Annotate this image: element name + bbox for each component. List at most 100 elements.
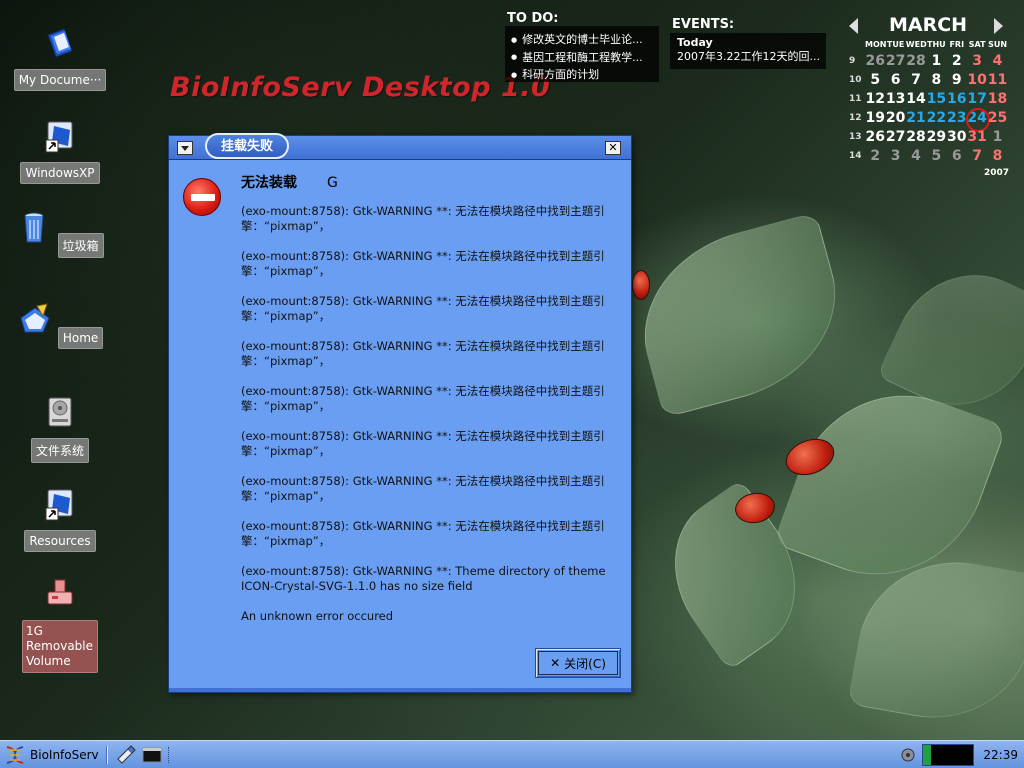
taskbar-separator [106,746,108,764]
calendar-day[interactable]: 14 [906,90,926,109]
warning-message: (exo-mount:8758): Gtk-WARNING **: 无法在模块路… [241,339,605,368]
calendar-day[interactable]: 10 [967,71,987,90]
close-icon[interactable]: ✕ [605,141,621,155]
warning-message: (exo-mount:8758): Gtk-WARNING **: 无法在模块路… [241,204,605,233]
calendar-day[interactable]: 30 [947,128,967,147]
desktop-icon-windowsxp[interactable]: WindowsXP [12,118,108,184]
todo-list: 修改英文的博士毕业论... 基因工程和酶工程教学... 科研方面的计划 [505,26,659,82]
desktop-icon-removable-volume[interactable]: 1G Removable Volume [12,576,108,673]
calendar-day[interactable]: 1 [987,128,1007,147]
desktop-icon-resources[interactable]: Resources [12,486,108,552]
calendar-day[interactable]: 18 [987,90,1007,109]
calendar-month: MARCH [888,14,968,36]
calendar-day[interactable]: 3 [967,52,987,71]
start-menu-button[interactable]: BioInfoServ [4,741,99,768]
calendar-day[interactable]: 27 [885,128,905,147]
dialog-titlebar[interactable]: 挂载失败 ✕ [169,133,631,160]
calendar-day[interactable]: 9 [947,71,967,90]
taskbar-handle[interactable] [168,747,172,763]
dialog-message-area: (exo-mount:8758): Gtk-WARNING **: 无法在模块路… [241,204,627,624]
close-button[interactable]: ✕ 关闭(C) [535,648,621,678]
taskbar: BioInfoServ 22:39 [0,740,1024,768]
calendar-day[interactable]: 23 [947,109,967,128]
calendar-day[interactable]: 15 [926,90,946,109]
calendar-week-number: 13 [849,132,862,142]
dialog-heading: 无法装载 G [241,172,338,192]
calendar-week-number: 11 [849,94,862,104]
calendar-day[interactable]: 17 [967,90,987,109]
desktop-launcher[interactable] [116,741,136,768]
events-title: EVENTS: [672,17,735,32]
dialog-heading-text: 无法装载 [241,175,297,191]
calendar-day[interactable]: 2 [865,147,885,166]
desktop-icon-label: 1G Removable Volume [22,620,98,673]
events-item[interactable]: 2007年3.22工作12天的回... [677,50,819,64]
cpu-monitor[interactable] [922,741,974,768]
terminal-launcher[interactable] [142,741,162,768]
desktop-icon-trash[interactable]: 垃圾箱 [12,210,108,258]
usb-drive-icon [47,579,73,605]
desktop-brand-title: BioInfoServ Desktop 1.0 [170,72,551,103]
show-desktop-icon [117,745,136,764]
shortcut-icon [45,489,73,521]
clock[interactable]: 22:39 [983,741,1018,768]
calendar-day[interactable]: 21 [906,109,926,128]
calendar-day[interactable]: 3 [885,147,905,166]
close-button-label: 关闭(C) [564,656,606,671]
dna-logo-icon [6,746,24,764]
calendar-next-icon[interactable] [994,18,1003,34]
calendar-day[interactable]: 16 [947,90,967,109]
error-icon [183,178,221,216]
calendar-day[interactable]: 1 [926,52,946,71]
calendar-day[interactable]: 20 [885,109,905,128]
calendar-year: 2007 [983,168,1009,178]
calendar-day[interactable]: 26 [865,52,885,71]
dialog-bottom-border [169,688,631,692]
calendar-day[interactable]: 7 [967,147,987,166]
calendar-day[interactable]: 8 [926,71,946,90]
volume-tray[interactable] [900,741,916,768]
desktop-icon-my-documents[interactable]: My Docume··· [12,25,108,91]
desktop-icon-label: My Docume··· [13,69,107,91]
calendar-day[interactable]: 6 [947,147,967,166]
start-menu-label: BioInfoServ [30,748,99,762]
terminal-icon [142,747,162,763]
todo-item[interactable]: 基因工程和酶工程教学... [511,49,653,67]
harddisk-icon [48,397,72,427]
window-menu-icon[interactable] [177,141,193,155]
calendar-day[interactable]: 28 [906,128,926,147]
calendar-day[interactable]: 22 [926,109,946,128]
calendar-day[interactable]: 27 [885,52,905,71]
calendar-day[interactable]: 8 [987,147,1007,166]
calendar-day[interactable]: 25 [987,109,1007,128]
close-icon: ✕ [550,656,561,670]
calendar-day[interactable]: 6 [885,71,905,90]
todo-item[interactable]: 修改英文的博士毕业论... [511,31,653,49]
todo-item[interactable]: 科研方面的计划 [511,66,653,84]
calendar-day[interactable]: 26 [865,128,885,147]
calendar-day[interactable]: 11 [987,71,1007,90]
desktop-icon-home[interactable]: Home [12,302,108,349]
calendar-day[interactable]: 5 [926,147,946,166]
calendar-day[interactable]: 29 [926,128,946,147]
calendar-day[interactable]: 4 [987,52,1007,71]
calendar-day[interactable]: 2 [947,52,967,71]
calendar-day[interactable]: 5 [865,71,885,90]
calendar-week-number: 12 [849,113,862,123]
warning-message: (exo-mount:8758): Gtk-WARNING **: 无法在模块路… [241,249,605,278]
calendar-day-today[interactable]: 24 [965,108,991,132]
dialog-title: 挂载失败 [205,133,290,159]
calendar-day[interactable]: 12 [865,90,885,109]
warning-message: (exo-mount:8758): Gtk-WARNING **: 无法在模块路… [241,474,605,503]
calendar-day[interactable]: 4 [906,147,926,166]
calendar-day[interactable]: 19 [865,109,885,128]
calendar-widget: MARCH MON TUE WED THU FRI SAT SUN 9 26 27 28 1 2 3 4 10… [843,14,1013,178]
calendar-day[interactable]: 31 [967,128,987,147]
calendar-day[interactable]: 28 [906,52,926,71]
calendar-prev-icon[interactable] [849,18,858,34]
calendar-week-number: 14 [849,151,862,161]
desktop-icon-filesystem[interactable]: 文件系统 [12,394,108,463]
calendar-day[interactable]: 7 [906,71,926,90]
calendar-day[interactable]: 13 [885,90,905,109]
calendar-weekday-label: WED [905,40,927,49]
